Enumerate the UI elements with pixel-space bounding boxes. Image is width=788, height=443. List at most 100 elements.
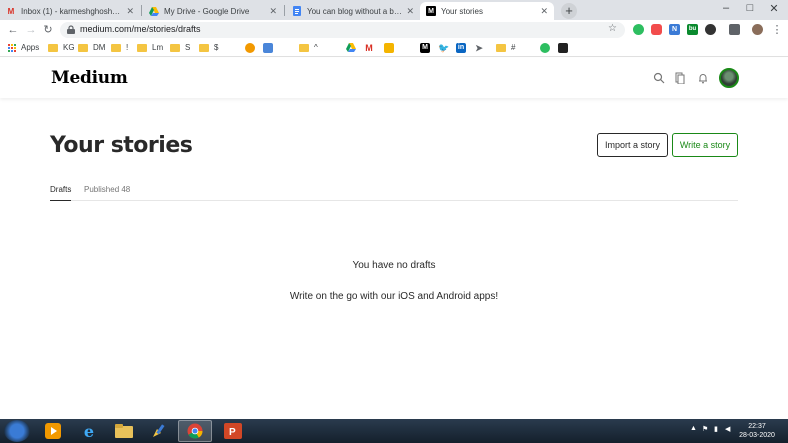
bookmark-trello[interactable] (558, 43, 568, 53)
chrome-menu-icon[interactable]: ⋮ (770, 23, 784, 37)
close-tab-icon[interactable]: ✕ (269, 6, 277, 17)
apps-grid-icon (8, 43, 16, 52)
circle-extension-icon[interactable] (705, 24, 716, 35)
close-tab-icon[interactable]: ✕ (126, 6, 134, 17)
clock-date: 28-03-2020 (739, 432, 775, 439)
puzzle-extension-icon[interactable] (729, 24, 740, 35)
medium-icon: M (420, 43, 430, 53)
orange-circle-icon (245, 43, 255, 53)
close-tab-icon[interactable]: ✕ (406, 6, 414, 17)
notifications-bell-icon[interactable] (697, 72, 709, 84)
bookmark-linkedin[interactable]: in (456, 43, 466, 53)
bookmark-s[interactable]: S (170, 43, 190, 52)
tab-published[interactable]: Published 48 (84, 185, 130, 200)
address-bar[interactable]: medium.com/me/stories/drafts ☆ (60, 22, 625, 38)
write-story-button[interactable]: Write a story (672, 133, 738, 157)
user-avatar[interactable] (719, 68, 739, 88)
bookmark-arrow[interactable]: ➤ (474, 43, 484, 53)
twitter-icon: 🐦 (438, 43, 450, 53)
search-icon[interactable] (653, 72, 665, 84)
tray-arrow-icon[interactable]: ▲ (690, 425, 697, 432)
file-explorer-taskbar-icon[interactable] (107, 420, 141, 442)
lock-icon (67, 25, 75, 34)
browser-tab-drive[interactable]: My Drive - Google Drive ✕ (143, 2, 283, 20)
linkedin-icon: in (456, 43, 466, 53)
bookmarks-icon[interactable] (674, 72, 686, 84)
windows-start-button[interactable] (4, 420, 30, 442)
empty-state-title: You have no drafts (352, 260, 436, 271)
bookmark-exclamation[interactable]: ! (111, 43, 128, 52)
pocket-extension-icon[interactable] (651, 24, 662, 35)
bookmark-label: Apps (21, 43, 40, 52)
profile-avatar-icon[interactable] (752, 24, 763, 35)
browser-tab-gmail[interactable]: M Inbox (1) - karmeshghosh@gma ✕ (0, 2, 140, 20)
bookmark-label: Lm (152, 43, 164, 52)
powerpoint-taskbar-icon[interactable]: P (216, 420, 250, 442)
tab-drafts[interactable]: Drafts (50, 185, 72, 201)
google-drive-icon (149, 6, 159, 16)
bookmark-label: ^ (314, 43, 318, 52)
reload-button[interactable]: ↻ (41, 23, 55, 37)
empty-state-subtitle: Write on the go with our iOS and Android… (289, 291, 499, 302)
bookmark-orange[interactable] (245, 43, 255, 53)
bookmark-keep[interactable] (384, 43, 394, 53)
clock-time: 22:37 (748, 423, 766, 430)
bookmarks-bar: Apps KG DM ! Lm S $ ^ M M 🐦 in ➤ # (0, 40, 788, 57)
minimize-window-icon[interactable]: – (714, 2, 738, 14)
chrome-taskbar-icon[interactable] (178, 420, 212, 442)
windows-taskbar: e P ▲ ⚑ ▮ ◀ 22:37 28-03-2020 (0, 419, 788, 443)
browser-tab-strip: M Inbox (1) - karmeshghosh@gma ✕ My Driv… (0, 0, 788, 20)
bookmark-dollar[interactable]: $ (199, 43, 218, 52)
volume-icon[interactable]: ◀ (725, 425, 730, 433)
gmail-icon: M (7, 6, 15, 16)
internet-explorer-taskbar-icon[interactable]: e (72, 420, 106, 442)
tab-title: Your stories (441, 6, 483, 16)
bookmark-apps[interactable]: Apps (8, 43, 39, 52)
import-story-button[interactable]: Import a story (597, 133, 668, 157)
new-tab-button[interactable]: + (561, 3, 577, 19)
folder-icon (48, 43, 58, 52)
close-window-icon[interactable]: ✕ (762, 2, 786, 15)
folder-icon (299, 43, 309, 52)
media-player-taskbar-icon[interactable] (36, 420, 70, 442)
bookmark-lm[interactable]: Lm (137, 43, 163, 52)
evernote-extension-icon[interactable] (633, 24, 644, 35)
close-tab-icon[interactable]: ✕ (540, 6, 548, 17)
network-icon[interactable]: ▮ (714, 425, 718, 433)
folder-icon (137, 43, 147, 52)
folder-icon (111, 43, 121, 52)
maximize-window-icon[interactable]: □ (738, 2, 762, 14)
bookmark-label: # (511, 43, 516, 52)
new-badge-extension-icon[interactable]: N (669, 24, 680, 35)
bookmark-drive[interactable] (346, 43, 356, 52)
browser-tab-docs[interactable]: You can blog without a blog - Go ✕ (286, 2, 420, 20)
bookmark-blue[interactable] (263, 43, 273, 53)
bookmark-dm[interactable]: DM (78, 43, 105, 52)
paint-taskbar-icon[interactable] (142, 420, 176, 442)
back-button[interactable]: ← (6, 23, 20, 37)
bookmark-kg[interactable]: KG (48, 43, 75, 52)
blue-square-icon (263, 43, 273, 53)
forward-button[interactable]: → (24, 23, 38, 37)
browser-toolbar: ← → ↻ medium.com/me/stories/drafts ☆ N b… (0, 20, 788, 40)
bookmark-label: DM (93, 43, 106, 52)
site-header: Medium (0, 58, 788, 98)
system-clock[interactable]: 22:37 28-03-2020 (737, 422, 777, 440)
bookmark-star-icon[interactable]: ☆ (608, 23, 617, 34)
bookmark-label: ! (126, 43, 129, 52)
tab-title: You can blog without a blog - Go (307, 6, 402, 16)
bu-extension-icon[interactable]: bu (687, 24, 698, 35)
tray-flag-icon[interactable]: ⚑ (702, 425, 708, 433)
gmail-icon: M (364, 43, 374, 53)
bookmark-twitter[interactable]: 🐦 (438, 43, 450, 53)
bookmark-gmail[interactable]: M (364, 43, 374, 53)
browser-tab-medium[interactable]: M Your stories ✕ (420, 2, 554, 20)
folder-icon (496, 43, 506, 52)
tab-title: My Drive - Google Drive (164, 6, 250, 16)
google-drive-icon (346, 43, 356, 52)
bookmark-caret[interactable]: ^ (299, 43, 318, 52)
medium-logo[interactable]: Medium (51, 68, 128, 88)
bookmark-medium[interactable]: M (420, 43, 430, 53)
bookmark-hash[interactable]: # (496, 43, 515, 52)
bookmark-evernote[interactable] (540, 43, 550, 53)
